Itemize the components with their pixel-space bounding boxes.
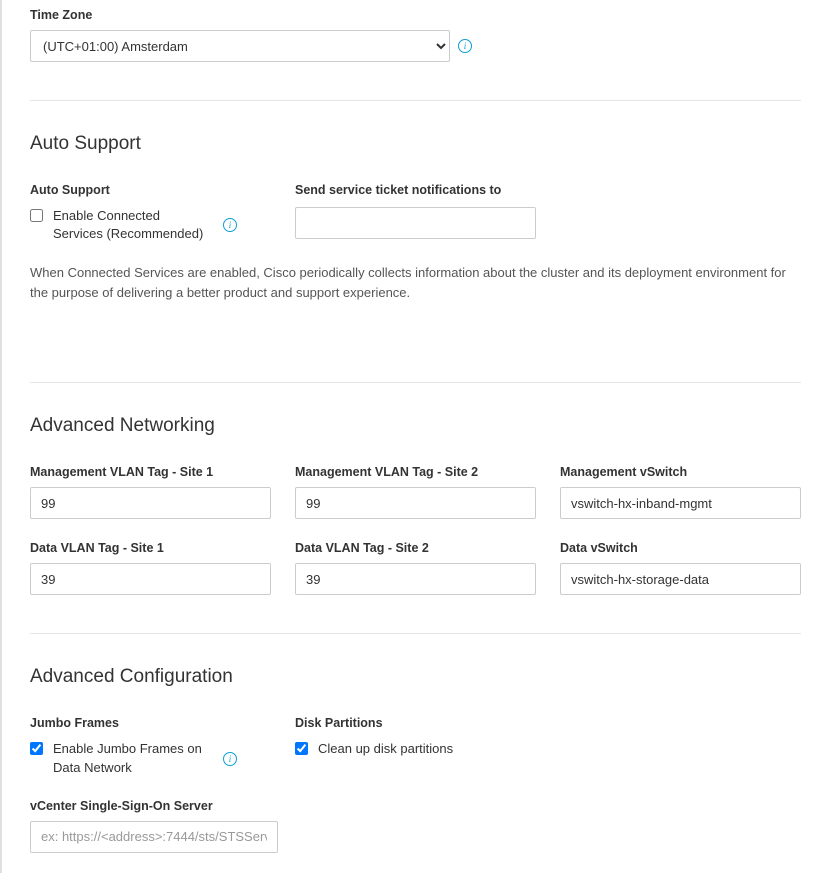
- sso-server-label: vCenter Single-Sign-On Server: [30, 799, 278, 813]
- timezone-select[interactable]: (UTC+01:00) Amsterdam: [30, 30, 450, 62]
- notify-email-input[interactable]: [295, 207, 536, 239]
- mgmt-vlan-site1-label: Management VLAN Tag - Site 1: [30, 465, 271, 479]
- divider: [30, 100, 801, 101]
- disk-partitions-checkbox[interactable]: [295, 742, 308, 755]
- auto-support-title: Auto Support: [30, 133, 801, 155]
- jumbo-frames-header: Jumbo Frames: [30, 716, 271, 730]
- data-vswitch-input[interactable]: [560, 563, 801, 595]
- info-icon[interactable]: i: [223, 218, 237, 232]
- data-vlan-site1-input[interactable]: [30, 563, 271, 595]
- timezone-label: Time Zone: [30, 8, 801, 22]
- advanced-networking-title: Advanced Networking: [30, 415, 801, 437]
- divider: [30, 382, 801, 383]
- enable-connected-services-label: Enable Connected Services (Recommended): [53, 207, 213, 243]
- data-vswitch-label: Data vSwitch: [560, 541, 801, 555]
- jumbo-frames-label: Enable Jumbo Frames on Data Network: [53, 740, 213, 776]
- notify-label: Send service ticket notifications to: [295, 183, 536, 197]
- info-icon[interactable]: i: [223, 752, 237, 766]
- sso-server-input[interactable]: [30, 821, 278, 853]
- mgmt-vswitch-input[interactable]: [560, 487, 801, 519]
- data-vlan-site1-label: Data VLAN Tag - Site 1: [30, 541, 271, 555]
- data-vlan-site2-input[interactable]: [295, 563, 536, 595]
- mgmt-vlan-site2-input[interactable]: [295, 487, 536, 519]
- jumbo-frames-checkbox[interactable]: [30, 742, 43, 755]
- mgmt-vlan-site2-label: Management VLAN Tag - Site 2: [295, 465, 536, 479]
- mgmt-vlan-site1-input[interactable]: [30, 487, 271, 519]
- disk-partitions-header: Disk Partitions: [295, 716, 536, 730]
- disk-partitions-label: Clean up disk partitions: [318, 740, 453, 758]
- auto-support-subhead: Auto Support: [30, 183, 271, 197]
- advanced-configuration-title: Advanced Configuration: [30, 666, 801, 688]
- info-icon[interactable]: i: [458, 39, 472, 53]
- divider: [30, 633, 801, 634]
- mgmt-vswitch-label: Management vSwitch: [560, 465, 801, 479]
- data-vlan-site2-label: Data VLAN Tag - Site 2: [295, 541, 536, 555]
- auto-support-description: When Connected Services are enabled, Cis…: [30, 263, 801, 302]
- enable-connected-services-checkbox[interactable]: [30, 209, 43, 222]
